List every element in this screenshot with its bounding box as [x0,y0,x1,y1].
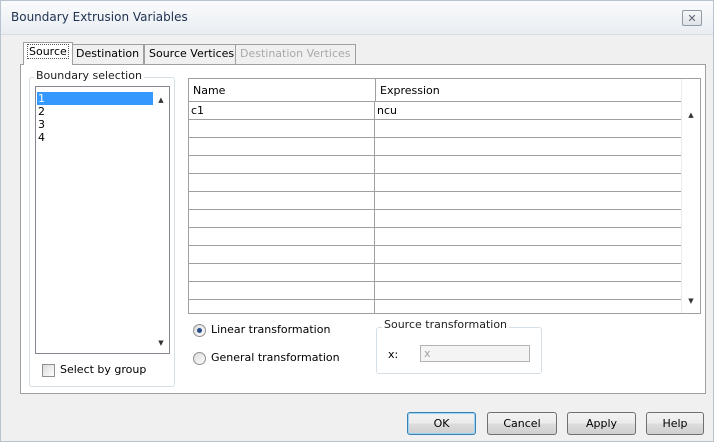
expression-cell[interactable]: ncu [375,102,680,119]
select-by-group-checkbox[interactable] [42,364,55,377]
name-cell[interactable]: c1 [189,102,374,119]
table-scrollbar[interactable]: ▲ ▼ [681,79,700,313]
column-header-name[interactable]: Name [189,79,375,102]
variables-table[interactable]: Name Expression c1 ncu ▲ ▼ [188,78,701,314]
general-transformation-radio[interactable] [193,352,206,365]
tab-source-label: Source [27,44,69,59]
table-row[interactable] [189,210,681,228]
tab-source-vertices-label: Source Vertices [149,47,235,60]
list-item[interactable]: 2 [37,105,153,118]
scroll-up-icon[interactable]: ▲ [683,107,699,123]
boundary-selection-label: Boundary selection [34,69,144,82]
table-row[interactable] [189,246,681,264]
table-row[interactable] [189,174,681,192]
table-row[interactable] [189,282,681,300]
column-header-expression[interactable]: Expression [375,79,681,102]
list-item[interactable]: 3 [37,118,153,131]
cancel-button[interactable]: Cancel [487,412,557,435]
close-icon: ✕ [687,11,697,25]
table-row[interactable] [189,138,681,156]
table-row[interactable]: c1 ncu [189,102,681,120]
table-row[interactable] [189,156,681,174]
boundary-listbox[interactable]: 1 2 3 4 ▲ ▼ [35,86,170,354]
apply-button[interactable]: Apply [567,412,636,435]
tab-source-vertices[interactable]: Source Vertices [144,44,240,64]
x-label: x: [388,348,399,361]
source-transformation-label: Source transformation [382,318,510,331]
tab-destination-label: Destination [76,47,140,60]
scroll-down-icon[interactable]: ▼ [683,293,699,309]
general-transformation-label: General transformation [211,351,340,364]
boundary-extrusion-dialog: Boundary Extrusion Variables ✕ Source De… [0,0,714,442]
list-item[interactable]: 1 [37,92,153,105]
table-row[interactable] [189,300,681,313]
scroll-up-icon[interactable]: ▲ [153,92,169,108]
x-expression-field[interactable]: x [420,345,530,362]
table-row[interactable] [189,228,681,246]
list-item[interactable]: 4 [37,131,153,144]
window-title: Boundary Extrusion Variables [11,10,188,24]
linear-transformation-label: Linear transformation [211,323,331,336]
tab-destination-vertices: Destination Vertices [235,44,356,64]
title-bar[interactable]: Boundary Extrusion Variables ✕ [1,1,713,35]
select-by-group-label: Select by group [60,363,147,376]
tab-source[interactable]: Source [23,42,73,65]
tab-destination-vertices-label: Destination Vertices [240,47,351,60]
help-button[interactable]: Help [646,412,704,435]
ok-button[interactable]: OK [407,412,476,435]
close-button[interactable]: ✕ [682,10,702,26]
table-row[interactable] [189,120,681,138]
table-row[interactable] [189,192,681,210]
table-row[interactable] [189,264,681,282]
linear-transformation-radio[interactable] [193,324,206,337]
column-separator [374,102,375,313]
tab-destination[interactable]: Destination [71,44,145,64]
scroll-down-icon[interactable]: ▼ [153,335,169,351]
